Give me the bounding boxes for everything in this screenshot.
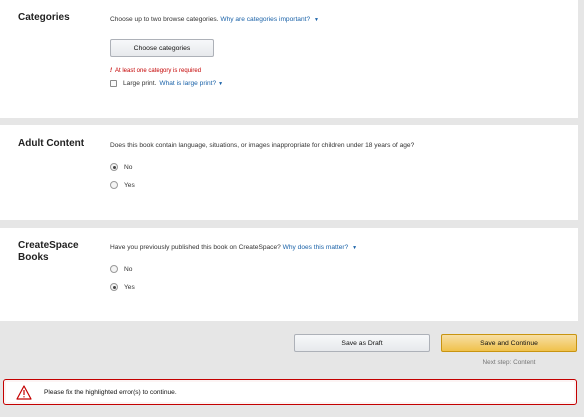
adult-no-radio[interactable] bbox=[110, 163, 118, 171]
large-print-link[interactable]: What is large print? bbox=[159, 80, 216, 87]
createspace-title: CreateSpace Books bbox=[18, 240, 79, 263]
createspace-option-no[interactable]: No bbox=[110, 265, 132, 273]
save-and-continue-button[interactable]: Save and Continue bbox=[441, 334, 577, 352]
chevron-down-icon[interactable]: ▼ bbox=[314, 17, 319, 23]
chevron-down-icon[interactable]: ▼ bbox=[218, 81, 223, 87]
adult-content-body: Does this book contain language, situati… bbox=[110, 141, 576, 189]
category-error-text: At least one category is required bbox=[115, 68, 202, 74]
categories-body: Choose up to two browse categories. Why … bbox=[110, 15, 570, 87]
createspace-yes-label[interactable]: Yes bbox=[124, 284, 135, 291]
adult-option-no[interactable]: No bbox=[110, 163, 132, 171]
createspace-question-text: Have you previously published this book … bbox=[110, 244, 281, 251]
large-print-label[interactable]: Large print. bbox=[123, 80, 156, 87]
categories-question: Choose up to two browse categories. Why … bbox=[110, 15, 570, 25]
error-alert: Please fix the highlighted error(s) to c… bbox=[3, 379, 577, 405]
createspace-no-label[interactable]: No bbox=[124, 266, 132, 273]
large-print-option: Large print. What is large print? ▼ bbox=[110, 80, 223, 87]
categories-title: Categories bbox=[18, 12, 70, 23]
createspace-yes-radio[interactable] bbox=[110, 283, 118, 291]
adult-option-yes[interactable]: Yes bbox=[110, 181, 135, 189]
warning-triangle-icon bbox=[16, 385, 32, 400]
adult-yes-label[interactable]: Yes bbox=[124, 182, 135, 189]
categories-section: Categories Choose up to two browse categ… bbox=[0, 0, 578, 118]
createspace-help-link[interactable]: Why does this matter? bbox=[283, 244, 349, 251]
adult-content-section: Adult Content Does this book contain lan… bbox=[0, 125, 578, 220]
error-alert-message: Please fix the highlighted error(s) to c… bbox=[44, 389, 177, 396]
next-step-text: Next step: Content bbox=[482, 359, 536, 366]
save-as-draft-button[interactable]: Save as Draft bbox=[294, 334, 430, 352]
createspace-body: Have you previously published this book … bbox=[110, 243, 570, 291]
chevron-down-icon[interactable]: ▼ bbox=[352, 245, 357, 251]
choose-categories-button[interactable]: Choose categories bbox=[110, 39, 214, 57]
adult-no-label[interactable]: No bbox=[124, 164, 132, 171]
error-icon: ! bbox=[110, 68, 112, 74]
categories-question-text: Choose up to two browse categories. bbox=[110, 16, 219, 23]
createspace-option-yes[interactable]: Yes bbox=[110, 283, 135, 291]
category-error: ! At least one category is required bbox=[110, 68, 201, 74]
adult-content-title: Adult Content bbox=[18, 138, 85, 149]
createspace-question: Have you previously published this book … bbox=[110, 243, 570, 253]
large-print-checkbox[interactable] bbox=[110, 80, 117, 87]
createspace-no-radio[interactable] bbox=[110, 265, 118, 273]
adult-content-question: Does this book contain language, situati… bbox=[110, 142, 415, 149]
categories-help-link[interactable]: Why are categories important? bbox=[220, 16, 310, 23]
createspace-section: CreateSpace Books Have you previously pu… bbox=[0, 228, 578, 321]
adult-yes-radio[interactable] bbox=[110, 181, 118, 189]
